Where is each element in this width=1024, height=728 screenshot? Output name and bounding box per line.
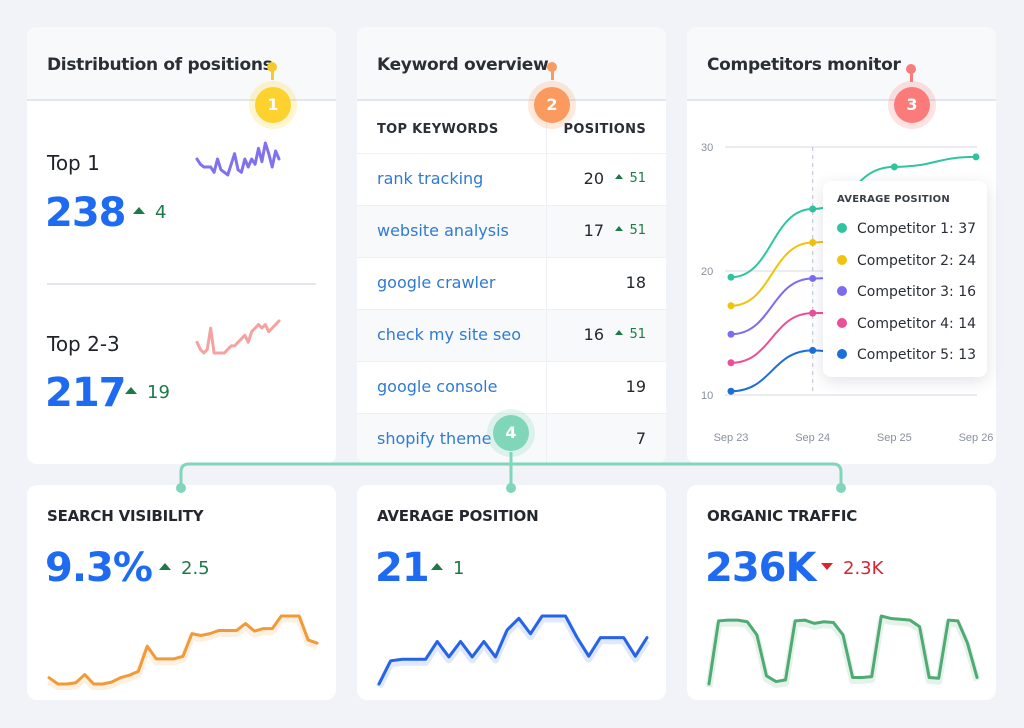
connector-dot-left (176, 483, 186, 493)
connector-dot-right (836, 483, 846, 493)
tooltip-item-label: Competitor 2: 24 (857, 253, 977, 269)
tooltip-item-competitor-3: Competitor 3: 16 (837, 284, 976, 300)
legend-dot-icon (837, 349, 847, 359)
tooltip-item-competitor-1: Competitor 1: 37 (837, 221, 976, 237)
legend-dot-icon (837, 255, 847, 265)
annotation-badge-1[interactable]: 1 (255, 87, 291, 123)
tooltip-item-label: Competitor 5: 13 (857, 347, 977, 363)
legend-dot-icon (837, 286, 847, 296)
annotation-badge-3[interactable]: 3 (894, 87, 930, 123)
legend-dot-icon (837, 223, 847, 233)
tooltip-item-competitor-4: Competitor 4: 14 (837, 316, 976, 332)
average-position-tooltip: AVERAGE POSITION Competitor 1: 37 Compet… (823, 181, 987, 377)
tooltip-item-label: Competitor 4: 14 (857, 316, 977, 332)
tooltip-item-competitor-5: Competitor 5: 13 (837, 347, 976, 363)
tooltip-item-competitor-2: Competitor 2: 24 (837, 253, 976, 269)
annotation-badge-2[interactable]: 2 (534, 87, 570, 123)
tooltip-item-label: Competitor 1: 37 (857, 221, 977, 237)
legend-dot-icon (837, 318, 847, 328)
tooltip-title: AVERAGE POSITION (837, 194, 950, 205)
connector-dot-center (506, 483, 516, 493)
tooltip-item-label: Competitor 3: 16 (857, 284, 977, 300)
annotation-badge-4[interactable]: 4 (493, 415, 529, 451)
